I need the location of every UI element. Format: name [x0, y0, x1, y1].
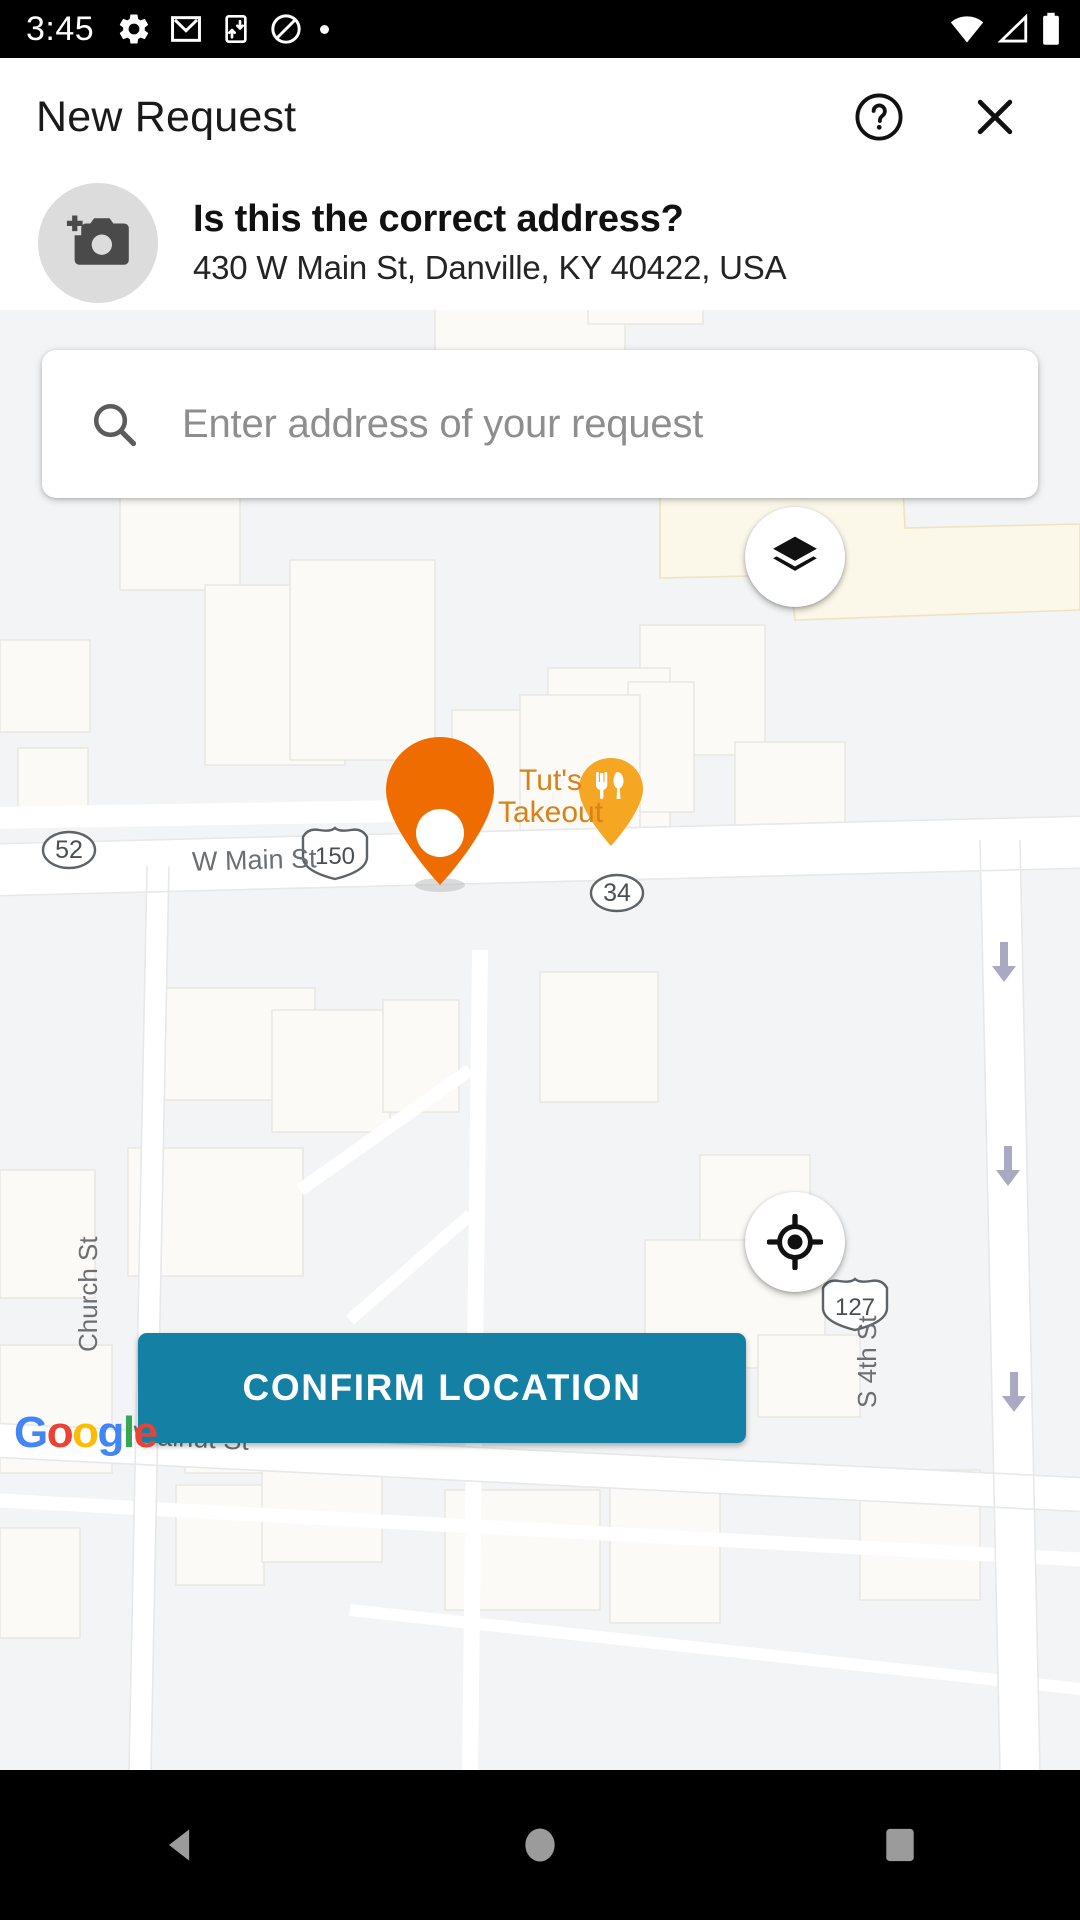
close-button[interactable]	[968, 90, 1022, 144]
status-bar-system-icons	[948, 12, 1062, 46]
dot-indicator-icon	[320, 24, 330, 34]
google-logo-letter: l	[122, 1408, 135, 1457]
nav-back-button[interactable]	[120, 1790, 240, 1900]
page-title: New Request	[36, 92, 297, 141]
nav-recents-square-icon	[886, 1828, 914, 1862]
google-logo-letter: o	[72, 1408, 99, 1457]
settings-gear-icon	[120, 14, 149, 44]
help-button[interactable]	[852, 90, 906, 144]
google-logo-letter: G	[14, 1408, 48, 1457]
wifi-icon	[950, 16, 984, 43]
search-input[interactable]: Enter address of your request	[182, 402, 703, 447]
route-shield-34: 34	[589, 873, 645, 913]
status-bar: 3:45	[0, 0, 1080, 58]
route-shield-52: 52	[41, 830, 97, 870]
google-attribution-logo: Google	[14, 1408, 158, 1458]
address-question: Is this the correct address?	[193, 198, 684, 241]
nav-home-circle-icon	[525, 1828, 555, 1862]
battery-icon	[1043, 12, 1059, 45]
address-search-bar[interactable]: Enter address of your request	[42, 350, 1038, 498]
svg-text:34: 34	[603, 879, 631, 907]
gmail-icon	[171, 16, 202, 42]
poi-name-line-1: Tut's	[519, 764, 583, 797]
header-actions	[852, 90, 1044, 144]
help-circle-icon	[855, 93, 903, 141]
poi-label-tuts-takeout[interactable]: Tut's Takeout	[498, 764, 604, 830]
cell-signal-icon	[997, 14, 1028, 43]
app-header: New Request	[0, 58, 1080, 176]
google-logo-letter: e	[133, 1408, 158, 1457]
address-value: 430 W Main St, Danville, KY 40422, USA	[193, 249, 787, 287]
map-graphics: 52 150 34 127	[0, 310, 1080, 1770]
do-not-disturb-icon	[271, 14, 301, 44]
search-icon	[93, 403, 137, 447]
street-label-w-main-st: W Main St	[191, 843, 317, 877]
street-label-s-4th-st: S 4th St	[852, 1315, 882, 1409]
nav-home-button[interactable]	[480, 1790, 600, 1900]
google-logo-letter: g	[97, 1408, 125, 1457]
map-canvas[interactable]: 52 150 34 127 W Main St Church St S 4th …	[0, 310, 1080, 1770]
android-navigation-bar	[0, 1770, 1080, 1920]
confirm-location-label: CONFIRM LOCATION	[242, 1367, 642, 1408]
address-text-block: Is this the correct address? 430 W Main …	[193, 197, 787, 288]
add-photo-button[interactable]	[38, 183, 158, 303]
confirm-location-button[interactable]: CONFIRM LOCATION	[138, 1333, 746, 1443]
status-bar-clock: 3:45	[26, 10, 95, 48]
poi-name-line-2: Takeout	[498, 796, 604, 830]
svg-text:150: 150	[315, 843, 355, 870]
google-logo-letter: o	[46, 1408, 74, 1457]
my-location-button[interactable]	[745, 1192, 845, 1292]
nav-recents-button[interactable]	[840, 1790, 960, 1900]
app-screen: 3:45 New Request Is this the correct add…	[0, 0, 1080, 1920]
add-photo-camera-icon	[66, 215, 129, 265]
address-confirmation-row: Is this the correct address? 430 W Main …	[0, 176, 1080, 310]
my-location-crosshair-icon	[767, 1214, 823, 1270]
nav-back-triangle-icon	[169, 1829, 190, 1861]
close-x-icon	[977, 99, 1013, 135]
map-layers-icon	[773, 536, 817, 571]
sync-download-icon	[225, 15, 247, 43]
street-label-church-st: Church St	[73, 1236, 103, 1352]
svg-text:52: 52	[55, 836, 83, 864]
map-layers-button[interactable]	[745, 507, 845, 607]
status-bar-notification-icons	[116, 11, 330, 47]
